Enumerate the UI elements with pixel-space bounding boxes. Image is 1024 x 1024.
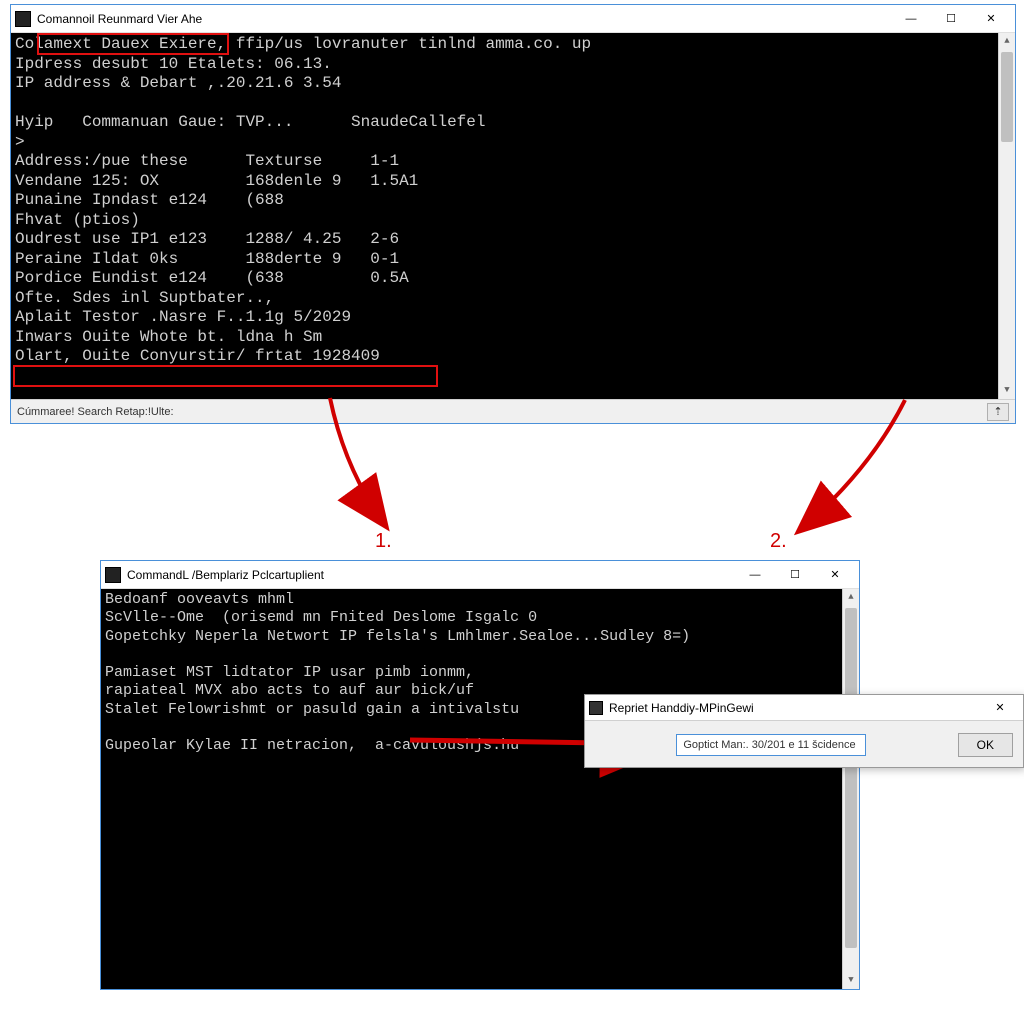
- dialog-title: Repriet Handdiy-MPinGewi: [609, 701, 754, 715]
- terminal-window-2: CommandL /Bemplariz Pclcartuplient — ☐ ✕…: [100, 560, 860, 990]
- close-button[interactable]: ✕: [981, 695, 1019, 721]
- arrow-label-2: 2.: [770, 530, 787, 553]
- window-title: CommandL /Bemplariz Pclcartuplient: [127, 568, 324, 582]
- scroll-up-arrow-icon[interactable]: ▲: [843, 589, 859, 606]
- app-icon: [15, 11, 31, 27]
- scroll-thumb[interactable]: [1001, 52, 1013, 142]
- window-title: Comannoil Reunmard Vier Ahe: [37, 12, 202, 26]
- terminal-output-2[interactable]: Bedoanf ooveavts mhml ScVlle--Ome (orise…: [101, 589, 859, 989]
- highlight-box-bottom: [13, 365, 438, 387]
- scroll-track[interactable]: [843, 606, 859, 972]
- window-controls: — ☐ ✕: [891, 6, 1011, 32]
- titlebar-2[interactable]: CommandL /Bemplariz Pclcartuplient — ☐ ✕: [101, 561, 859, 589]
- close-button[interactable]: ✕: [815, 562, 855, 588]
- scroll-thumb[interactable]: [845, 608, 857, 948]
- status-text: Cúmmaree! Search Retap:!Ulte:: [17, 406, 174, 418]
- app-icon: [589, 701, 603, 715]
- maximize-button[interactable]: ☐: [775, 562, 815, 588]
- window-controls: ✕: [981, 695, 1019, 721]
- terminal-window-1: Comannoil Reunmard Vier Ahe — ☐ ✕ Colame…: [10, 4, 1016, 424]
- scroll-track[interactable]: [999, 50, 1015, 382]
- dialog-window: Repriet Handdiy-MPinGewi ✕ Goptict Man:.…: [584, 694, 1024, 768]
- arrow-label-1: 1.: [375, 530, 392, 553]
- dialog-input[interactable]: Goptict Man:. 30/201 e 11 šcidence: [676, 734, 866, 756]
- vertical-scrollbar[interactable]: ▲ ▼: [842, 589, 859, 989]
- maximize-button[interactable]: ☐: [931, 6, 971, 32]
- minimize-button[interactable]: —: [891, 6, 931, 32]
- statusbar-button[interactable]: ⇡: [987, 403, 1009, 421]
- window-controls: — ☐ ✕: [735, 562, 855, 588]
- vertical-scrollbar[interactable]: ▲ ▼: [998, 33, 1015, 399]
- scroll-down-arrow-icon[interactable]: ▼: [843, 972, 859, 989]
- ok-button[interactable]: OK: [958, 733, 1013, 757]
- dialog-body: Goptict Man:. 30/201 e 11 šcidence OK: [585, 721, 1023, 767]
- titlebar-1[interactable]: Comannoil Reunmard Vier Ahe — ☐ ✕: [11, 5, 1015, 33]
- scroll-up-arrow-icon[interactable]: ▲: [999, 33, 1015, 50]
- terminal-output-1[interactable]: Colamext Dauex Exiere, ffip/us lovranute…: [11, 33, 1015, 399]
- minimize-button[interactable]: —: [735, 562, 775, 588]
- app-icon: [105, 567, 121, 583]
- scroll-down-arrow-icon[interactable]: ▼: [999, 382, 1015, 399]
- close-button[interactable]: ✕: [971, 6, 1011, 32]
- statusbar: Cúmmaree! Search Retap:!Ulte: ⇡: [11, 399, 1015, 423]
- dialog-titlebar[interactable]: Repriet Handdiy-MPinGewi ✕: [585, 695, 1023, 721]
